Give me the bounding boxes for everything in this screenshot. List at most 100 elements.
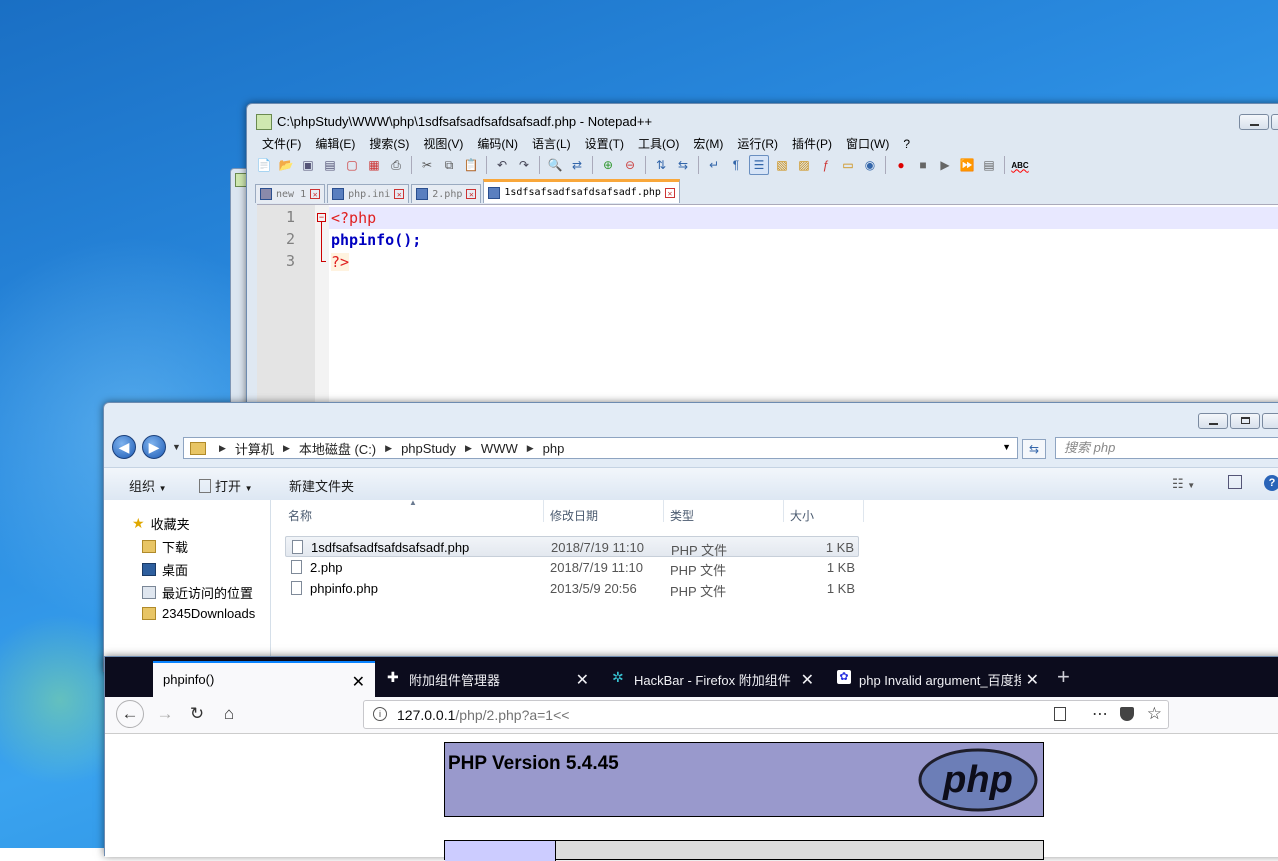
indent-guide-icon[interactable]: ☰ bbox=[749, 155, 769, 175]
forward-icon[interactable]: → bbox=[151, 700, 179, 728]
close-tab-icon[interactable]: ✕ bbox=[576, 670, 589, 690]
new-folder-button[interactable]: 新建文件夹 bbox=[289, 476, 354, 495]
url-bar[interactable]: i 127.0.0.1/php/2.php?a=1<< ⋯ ☆ bbox=[363, 700, 1169, 729]
back-icon[interactable]: ◀ bbox=[112, 435, 136, 459]
fold-collapse-icon[interactable]: − bbox=[317, 213, 326, 222]
save-icon[interactable]: ▣ bbox=[299, 156, 317, 174]
column-header-type[interactable]: 类型 bbox=[670, 507, 694, 524]
notepadpp-window[interactable]: C:\phpStudy\WWW\php\1sdfsafsadfsafdsafsa… bbox=[246, 103, 1278, 415]
tab-2-php[interactable]: 2.php ✕ bbox=[411, 184, 482, 203]
redo-icon[interactable]: ↷ bbox=[515, 156, 533, 174]
new-tab-icon[interactable]: + bbox=[1057, 664, 1070, 690]
nav-favorites[interactable]: ★ 收藏夹 bbox=[132, 514, 190, 533]
maximize-button[interactable] bbox=[1271, 114, 1278, 130]
info-icon[interactable]: i bbox=[373, 707, 387, 721]
show-all-chars-icon[interactable]: ¶ bbox=[727, 156, 745, 174]
close-tab-icon[interactable]: ✕ bbox=[466, 189, 477, 199]
home-icon[interactable]: ⌂ bbox=[215, 700, 243, 728]
minimize-button[interactable] bbox=[1239, 114, 1269, 130]
reader-view-icon[interactable] bbox=[1054, 707, 1066, 721]
copy-icon[interactable]: ⧉ bbox=[440, 156, 458, 174]
file-row[interactable]: phpinfo.php 2013/5/9 20:56 PHP 文件 1 KB bbox=[285, 578, 859, 599]
column-header-modified[interactable]: 修改日期 bbox=[550, 507, 598, 524]
nav-desktop[interactable]: 桌面 bbox=[142, 560, 188, 579]
monitoring-icon[interactable]: ◉ bbox=[861, 156, 879, 174]
undo-icon[interactable]: ↶ bbox=[493, 156, 511, 174]
file-row[interactable]: 2.php 2018/7/19 11:10 PHP 文件 1 KB bbox=[285, 557, 859, 578]
close-tab-icon[interactable]: ✕ bbox=[310, 189, 321, 199]
minimize-button[interactable] bbox=[1198, 413, 1228, 429]
preview-pane-icon[interactable] bbox=[1228, 475, 1242, 489]
menu-edit[interactable]: 编辑(E) bbox=[308, 135, 362, 153]
column-header-size[interactable]: 大小 bbox=[790, 507, 814, 524]
close-tab-icon[interactable]: ✕ bbox=[1026, 670, 1039, 690]
column-separator[interactable] bbox=[783, 500, 784, 522]
open-button[interactable]: 打开 ▼ bbox=[199, 476, 253, 495]
play-macro-icon[interactable]: ▶ bbox=[936, 156, 954, 174]
tab-php-ini[interactable]: php.ini ✕ bbox=[327, 184, 410, 203]
new-file-icon[interactable]: 📄 bbox=[255, 156, 273, 174]
close-all-icon[interactable]: ▦ bbox=[365, 156, 383, 174]
sync-horizontal-icon[interactable]: ⇆ bbox=[674, 156, 692, 174]
udl-icon[interactable]: ▧ bbox=[773, 156, 791, 174]
zoom-in-icon[interactable]: ⊕ bbox=[599, 156, 617, 174]
bookmark-star-icon[interactable]: ☆ bbox=[1147, 704, 1162, 724]
recent-pages-icon[interactable]: ▼ bbox=[172, 442, 181, 452]
tab-phpinfo[interactable]: phpinfo() ✕ bbox=[153, 661, 375, 697]
address-dropdown-icon[interactable]: ▼ bbox=[1002, 442, 1011, 452]
help-icon[interactable]: ? bbox=[1264, 475, 1278, 491]
refresh-icon[interactable]: ⇆ bbox=[1022, 439, 1046, 459]
maximize-button[interactable] bbox=[1230, 413, 1260, 429]
run-macro-multiple-icon[interactable]: ⏩ bbox=[958, 156, 976, 174]
menu-language[interactable]: 语言(L) bbox=[525, 135, 578, 153]
column-separator[interactable] bbox=[863, 500, 864, 522]
column-header-name[interactable]: 名称 bbox=[288, 507, 312, 524]
page-actions-icon[interactable]: ⋯ bbox=[1092, 704, 1108, 724]
save-macro-icon[interactable]: ▤ bbox=[980, 156, 998, 174]
spell-check-icon[interactable]: ABC bbox=[1011, 156, 1029, 174]
breadcrumb-www[interactable]: WWW bbox=[481, 441, 518, 456]
reload-icon[interactable]: ↻ bbox=[183, 700, 211, 728]
notepadpp-titlebar[interactable]: C:\phpStudy\WWW\php\1sdfsafsadfsafdsafsa… bbox=[247, 104, 1278, 138]
record-macro-icon[interactable]: ● bbox=[892, 156, 910, 174]
tab-new1[interactable]: new 1 ✕ bbox=[255, 184, 326, 203]
pocket-icon[interactable] bbox=[1120, 707, 1134, 721]
menu-plugins[interactable]: 插件(P) bbox=[785, 135, 839, 153]
explorer-window[interactable]: ◀ ▶ ▼ ▶ 计算机 ▶ 本地磁盘 (C:) ▶ phpStudy ▶ WWW… bbox=[103, 402, 1278, 675]
close-tab-icon[interactable]: ✕ bbox=[352, 672, 365, 692]
menu-help[interactable]: ? bbox=[896, 135, 917, 153]
find-icon[interactable]: 🔍 bbox=[546, 156, 564, 174]
firefox-window[interactable]: phpinfo() ✕ ✚ 附加组件管理器 ✕ ✲ HackBar - Fire… bbox=[104, 656, 1278, 861]
save-all-icon[interactable]: ▤ bbox=[321, 156, 339, 174]
paste-icon[interactable]: 📋 bbox=[462, 156, 480, 174]
breadcrumb-computer[interactable]: 计算机 bbox=[235, 439, 274, 458]
print-icon[interactable]: ⎙ bbox=[387, 156, 405, 174]
breadcrumb-phpstudy[interactable]: phpStudy bbox=[401, 441, 456, 456]
menu-tools[interactable]: 工具(O) bbox=[631, 135, 686, 153]
zoom-out-icon[interactable]: ⊖ bbox=[621, 156, 639, 174]
address-bar[interactable]: ▶ 计算机 ▶ 本地磁盘 (C:) ▶ phpStudy ▶ WWW ▶ php… bbox=[183, 437, 1018, 459]
organize-button[interactable]: 组织 ▼ bbox=[129, 476, 167, 495]
close-tab-icon[interactable]: ✕ bbox=[801, 670, 814, 690]
menu-macro[interactable]: 宏(M) bbox=[686, 135, 730, 153]
nav-downloads[interactable]: 下载 bbox=[142, 537, 188, 556]
menu-run[interactable]: 运行(R) bbox=[730, 135, 785, 153]
word-wrap-icon[interactable]: ↵ bbox=[705, 156, 723, 174]
breadcrumb-php[interactable]: php bbox=[543, 441, 565, 456]
nav-recent-places[interactable]: 最近访问的位置 bbox=[142, 583, 253, 602]
tab-1sdfsafsadfsafdsafsadf-php[interactable]: 1sdfsafsadfsafdsafsadf.php ✕ bbox=[483, 179, 680, 203]
forward-icon[interactable]: ▶ bbox=[142, 435, 166, 459]
breadcrumb-drive-c[interactable]: 本地磁盘 (C:) bbox=[299, 439, 376, 458]
back-icon[interactable]: ← bbox=[116, 700, 144, 728]
view-options-icon[interactable]: ☷ ▼ bbox=[1172, 476, 1195, 492]
folder-workspace-icon[interactable]: ▭ bbox=[839, 156, 857, 174]
stop-macro-icon[interactable]: ■ bbox=[914, 156, 932, 174]
tab-addons-manager[interactable]: ✚ 附加组件管理器 ✕ bbox=[377, 661, 599, 697]
column-separator[interactable] bbox=[663, 500, 664, 522]
file-row[interactable]: 1sdfsafsadfsafdsafsadf.php 2018/7/19 11:… bbox=[285, 536, 859, 558]
function-list-icon[interactable]: ƒ bbox=[817, 156, 835, 174]
close-button[interactable] bbox=[1262, 413, 1278, 429]
menu-file[interactable]: 文件(F) bbox=[255, 135, 308, 153]
menu-encoding[interactable]: 编码(N) bbox=[470, 135, 525, 153]
close-tab-icon[interactable]: ✕ bbox=[664, 187, 675, 198]
